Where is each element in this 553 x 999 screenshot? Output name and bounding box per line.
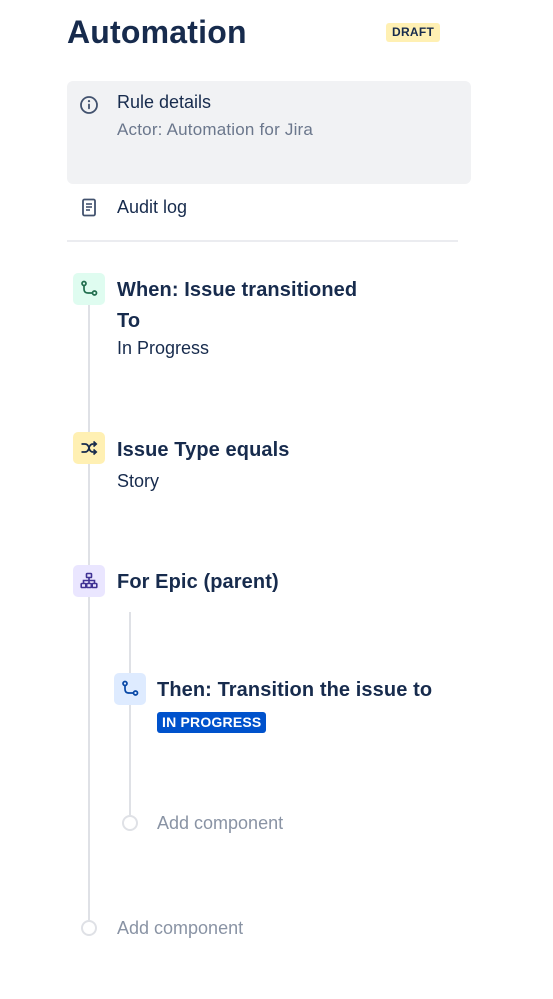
condition-title[interactable]: Issue Type equals	[117, 439, 290, 462]
branch-flow-line	[129, 612, 131, 816]
condition-component-icon[interactable]	[73, 432, 105, 464]
condition-subtitle: Story	[117, 471, 160, 491]
hierarchy-icon	[80, 572, 98, 589]
rule-details-title: Rule details	[117, 92, 212, 112]
action-component-icon[interactable]	[114, 673, 146, 705]
shuffle-icon	[81, 440, 98, 456]
page-title: Automation	[67, 14, 247, 50]
rule-actor: Actor: Automation for Jira	[117, 120, 314, 139]
audit-log-label: Audit log	[117, 197, 188, 217]
status-lozenge: IN PROGRESS	[157, 712, 267, 733]
branch-title[interactable]: For Epic (parent)	[117, 571, 279, 594]
info-icon	[80, 96, 98, 114]
document-icon	[82, 198, 96, 217]
add-component-rule-button[interactable]: Add component	[117, 918, 243, 939]
action-title[interactable]: Then: Transition the issue to	[157, 679, 432, 702]
trigger-title[interactable]: When: Issue transitioned	[117, 279, 357, 302]
audit-log-link[interactable]: Audit log	[67, 195, 471, 225]
rule-flow-line	[88, 290, 90, 920]
add-component-node[interactable]	[81, 920, 97, 936]
trigger-title-line2[interactable]: To	[117, 310, 140, 333]
trigger-component-icon[interactable]	[73, 273, 105, 305]
transition-icon	[122, 680, 139, 696]
add-component-node[interactable]	[122, 815, 138, 831]
trigger-subtitle: In Progress	[117, 338, 210, 358]
divider	[67, 240, 458, 242]
branch-component-icon[interactable]	[73, 565, 105, 597]
add-component-branch-button[interactable]: Add component	[157, 813, 283, 834]
draft-badge: DRAFT	[386, 23, 441, 42]
rule-details-card[interactable]: Rule details Actor: Automation for Jira	[67, 81, 471, 184]
transition-icon	[81, 280, 98, 296]
